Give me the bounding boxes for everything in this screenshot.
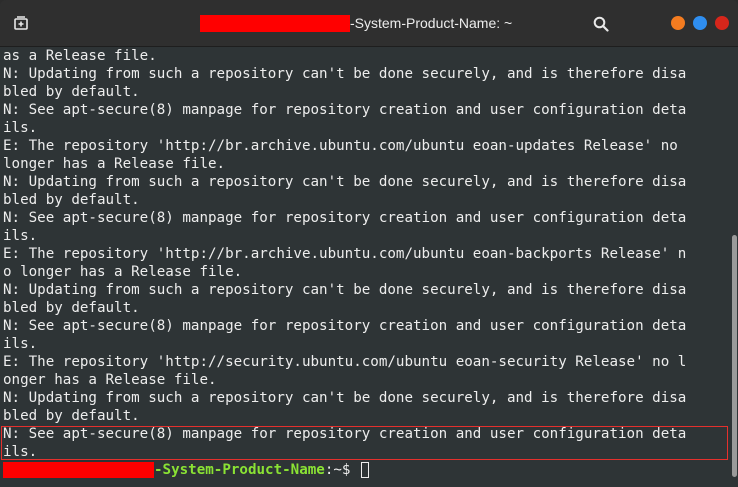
terminal-line: o longer has a Release file. <box>3 264 243 280</box>
text-cursor <box>361 462 370 478</box>
scrollbar-thumb[interactable] <box>732 235 737 477</box>
terminal-line: onger has a Release file. <box>3 372 217 388</box>
terminal-line: E: The repository 'http://br.archive.ubu… <box>3 138 678 154</box>
terminal-line: bled by default. <box>3 192 140 208</box>
window-title-text: -System-Product-Name: ~ <box>350 15 513 31</box>
output-lines: as a Release file. N: Updating from such … <box>3 47 727 461</box>
terminal-line: E: The repository 'http://br.archive.ubu… <box>3 246 687 262</box>
highlight-box <box>1 426 728 460</box>
redacted-username <box>200 14 350 32</box>
terminal-line: N: Updating from such a repository can't… <box>3 282 687 298</box>
terminal-line: N: Updating from such a repository can't… <box>3 174 687 190</box>
search-button[interactable] <box>590 13 612 35</box>
shell-prompt: -System-Product-Name :~$ <box>3 461 370 479</box>
terminal-line: N: Updating from such a repository can't… <box>3 66 687 82</box>
terminal-line: N: Updating from such a repository can't… <box>3 390 687 406</box>
redacted-prompt-user <box>3 462 154 478</box>
title-bar[interactable]: -System-Product-Name: ~ <box>0 0 738 47</box>
terminal-line: bled by default. <box>3 300 140 316</box>
terminal-window: -System-Product-Name: ~ as a Release fil… <box>0 0 738 487</box>
window-title: -System-Product-Name: ~ <box>200 0 540 46</box>
scrollbar[interactable] <box>730 47 738 487</box>
maximize-button[interactable] <box>693 16 707 30</box>
terminal-line: N: See apt-secure(8) manpage for reposit… <box>3 102 687 118</box>
terminal-line: as a Release file. <box>3 48 157 64</box>
terminal-line: bled by default. <box>3 84 140 100</box>
terminal-line: ils. <box>3 228 38 244</box>
terminal-line: E: The repository 'http://security.ubunt… <box>3 354 687 370</box>
terminal-line: longer has a Release file. <box>3 156 226 172</box>
terminal-line: ils. <box>3 120 38 136</box>
prompt-host: -System-Product-Name <box>154 462 325 478</box>
close-button[interactable] <box>715 16 729 30</box>
new-tab-button[interactable] <box>10 12 32 34</box>
terminal-line: N: See apt-secure(8) manpage for reposit… <box>3 210 687 226</box>
new-tab-icon <box>14 16 28 30</box>
minimize-button[interactable] <box>671 16 685 30</box>
terminal-line: N: See apt-secure(8) manpage for reposit… <box>3 318 687 334</box>
terminal-output[interactable]: as a Release file. N: Updating from such … <box>0 47 730 487</box>
terminal-line: bled by default. <box>3 408 140 424</box>
search-icon <box>593 16 609 32</box>
terminal-line: ils. <box>3 336 38 352</box>
prompt-path: :~$ <box>324 462 360 478</box>
